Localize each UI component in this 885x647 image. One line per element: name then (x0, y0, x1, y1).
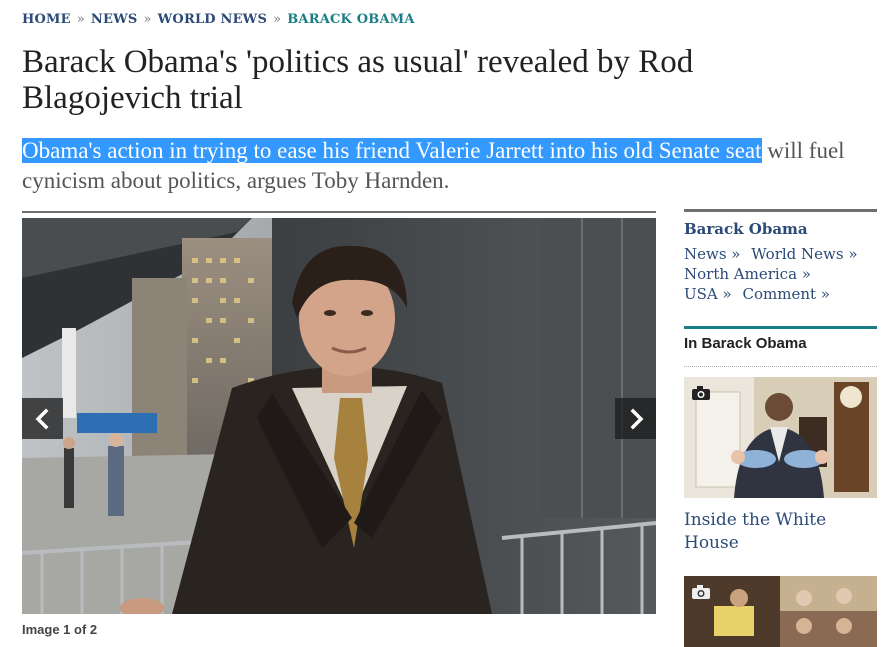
selected-text: Obama's action in trying to ease his fri… (22, 138, 762, 163)
photo-illustration (22, 218, 656, 614)
gallery-thumbnail[interactable] (684, 377, 877, 498)
breadcrumb-home[interactable]: HOME (22, 12, 71, 27)
article-standfirst: Obama's action in trying to ease his fri… (22, 136, 882, 196)
teaser-link[interactable]: Inside the White House (684, 509, 874, 555)
image-caption: Image 1 of 2 (22, 622, 98, 637)
in-section-title: In Barack Obama (684, 335, 807, 352)
breadcrumb-news[interactable]: NEWS (91, 12, 138, 27)
sidebar-divider (684, 209, 877, 212)
breadcrumb: HOME » NEWS » WORLD NEWS » BARACK OBAMA (22, 12, 415, 27)
gallery-next-button[interactable] (615, 398, 656, 439)
breadcrumb-separator: » (143, 12, 152, 27)
breadcrumb-barack-obama[interactable]: BARACK OBAMA (287, 12, 414, 27)
breadcrumb-world-news[interactable]: WORLD NEWS (158, 12, 267, 27)
gallery-prev-button[interactable] (22, 398, 63, 439)
sidebar-link-comment[interactable]: Comment » (742, 285, 829, 303)
gallery-thumbnail[interactable] (684, 576, 877, 647)
camera-icon (692, 584, 710, 603)
sidebar-divider-accent (684, 326, 877, 329)
divider (22, 211, 656, 213)
dotted-divider (684, 366, 877, 367)
thumbnail-illustration (684, 576, 877, 647)
camera-icon (692, 385, 710, 404)
sidebar-link-world-news[interactable]: World News » (751, 245, 857, 263)
breadcrumb-separator: » (273, 12, 282, 27)
article-headline: Barack Obama's 'politics as usual' revea… (22, 44, 694, 116)
sidebar-link-usa[interactable]: USA » (684, 285, 732, 303)
breadcrumb-separator: » (76, 12, 85, 27)
sidebar-links: News » World News » North America » USA … (684, 244, 879, 304)
sidebar-section-title[interactable]: Barack Obama (684, 220, 808, 238)
article-photo (22, 218, 656, 614)
chevron-left-icon (35, 408, 48, 429)
thumbnail-illustration (684, 377, 877, 498)
chevron-right-icon (630, 408, 643, 429)
sidebar-link-news[interactable]: News » (684, 245, 740, 263)
sidebar-link-north-america[interactable]: North America » (684, 265, 811, 283)
